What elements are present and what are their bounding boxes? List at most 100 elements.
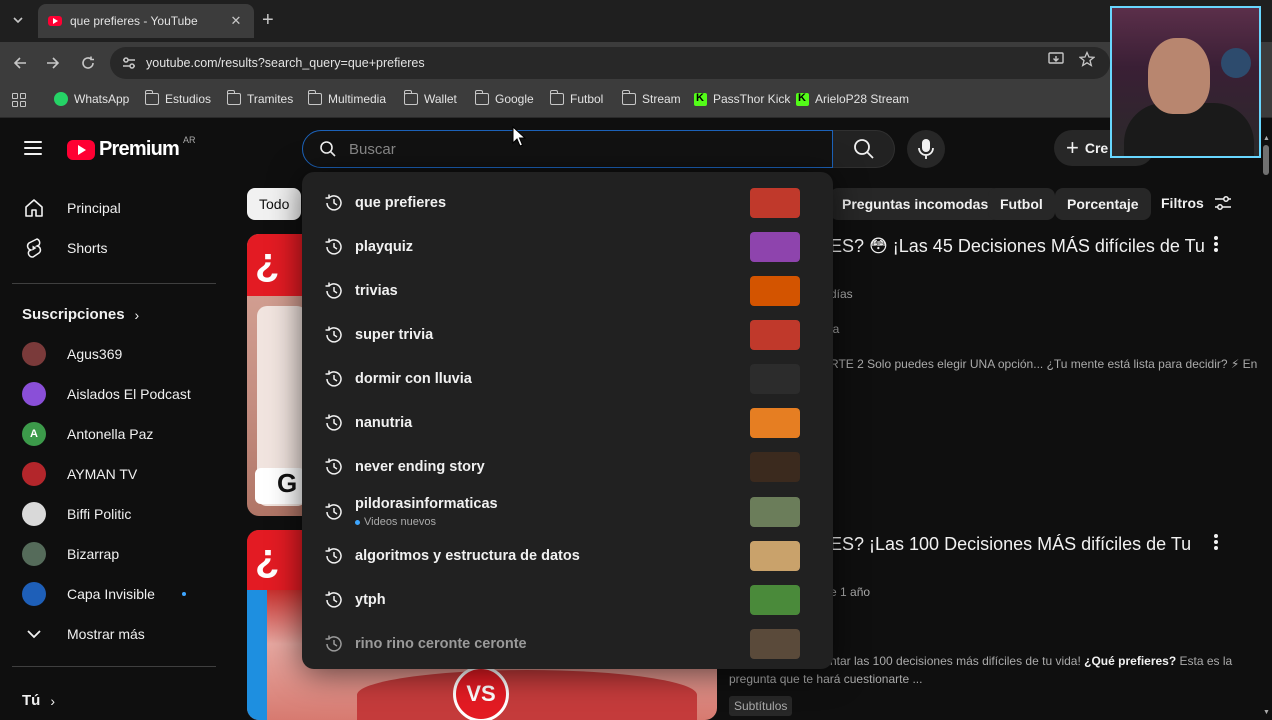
sidebar-item-antonella-paz[interactable]: A Antonella Paz [12, 414, 212, 454]
suggestion-item[interactable]: never ending story [302, 445, 833, 489]
sidebar-item-label: Principal [67, 200, 121, 216]
suggestion-text: pildorasinformaticas [355, 496, 498, 512]
filters-button[interactable]: Filtros [1161, 195, 1232, 211]
suggestion-item[interactable]: algoritmos y estructura de datos [302, 534, 833, 578]
suggestion-thumbnail [750, 232, 800, 262]
bookmark-estudios[interactable]: Estudios [144, 90, 211, 106]
reload-button[interactable] [76, 51, 100, 75]
menu-icon[interactable] [24, 141, 42, 155]
sidebar-item-shorts[interactable]: Shorts [12, 228, 212, 268]
suggestion-item[interactable]: playquiz [302, 225, 833, 269]
chevron-right-icon: › [134, 306, 140, 323]
bookmark-wallet[interactable]: Wallet [403, 90, 457, 106]
back-arrow-icon [13, 57, 26, 69]
bookmark-futbol[interactable]: Futbol [549, 90, 603, 106]
suggestion-item[interactable]: super trivia [302, 313, 833, 357]
history-icon [325, 591, 342, 608]
chip-todo[interactable]: Todo [247, 188, 302, 220]
chevron-down-icon [13, 17, 23, 24]
browser-tabstrip: que prefieres - YouTube ✕ + [0, 0, 1272, 42]
tab-search-button[interactable] [6, 8, 30, 32]
mouse-cursor-icon [512, 126, 526, 147]
sidebar-item-ayman-tv[interactable]: AYMAN TV [12, 454, 212, 494]
chip-preguntas-incomodas[interactable]: Preguntas incomodas [830, 188, 1001, 220]
suggestion-item[interactable]: trivias [302, 269, 833, 313]
bookmark-passthor-kick[interactable]: PassThor Kick [694, 92, 790, 106]
bookmark-label: PassThor Kick [713, 92, 791, 106]
subscriptions-heading[interactable]: Suscripciones › [22, 306, 139, 323]
sidebar-item-label: AYMAN TV [67, 466, 138, 482]
suggestion-item[interactable]: pildorasinformaticas Videos nuevos [302, 490, 833, 534]
sidebar-item-bizarrap[interactable]: Bizarrap [12, 534, 212, 574]
sidebar-item-aislados-el-podcast[interactable]: Aislados El Podcast [12, 374, 212, 414]
suggestion-item[interactable]: nanutria [302, 401, 833, 445]
install-app-icon[interactable] [1048, 51, 1064, 71]
video-title[interactable]: ES? ¡Las 100 Decisiones MÁS difíciles de… [830, 534, 1191, 555]
history-icon [325, 326, 342, 343]
history-icon [325, 414, 342, 431]
folder-icon [474, 90, 489, 105]
back-button[interactable] [8, 51, 32, 75]
folder-icon [621, 90, 636, 105]
forward-button[interactable] [41, 51, 65, 75]
suggestion-text: super trivia [355, 327, 434, 343]
new-tab-button[interactable]: + [262, 10, 274, 30]
history-icon [325, 635, 342, 652]
search-suggestions-dropdown: que prefieres playquiz trivias super tri… [302, 172, 833, 669]
suggestion-item[interactable]: ytph [302, 578, 833, 622]
suggestion-item[interactable]: que prefieres [302, 181, 833, 225]
bookmark-multimedia[interactable]: Multimedia [307, 90, 386, 106]
you-heading[interactable]: Tú › [22, 692, 55, 709]
search-button[interactable] [833, 130, 895, 168]
search-input[interactable] [349, 140, 789, 158]
chip-porcentaje[interactable]: Porcentaje [1055, 188, 1151, 220]
suggestion-item[interactable]: rino rino ceronte ceronte [302, 622, 833, 666]
video-title[interactable]: ES? 😳 ¡Las 45 Decisiones MÁS difíciles d… [830, 236, 1205, 257]
browser-tab-active[interactable]: que prefieres - YouTube ✕ [38, 4, 254, 38]
suggestion-item[interactable]: dormir con lluvia [302, 357, 833, 401]
chip-futbol[interactable]: Futbol [988, 188, 1055, 220]
search-box[interactable] [302, 130, 833, 168]
sidebar-divider [12, 666, 216, 667]
scroll-down-icon[interactable]: ▼ [1263, 709, 1270, 716]
tab-close-icon[interactable]: ✕ [228, 13, 244, 29]
history-icon [325, 503, 342, 520]
sidebar-item-agus369[interactable]: Agus369 [12, 334, 212, 374]
shorts-icon [22, 236, 46, 260]
sidebar-item-label: Agus369 [67, 346, 123, 362]
more-actions-icon[interactable] [1214, 236, 1218, 252]
scrollbar-thumb[interactable] [1263, 145, 1269, 175]
address-bar[interactable]: youtube.com/results?search_query=que+pre… [110, 47, 1110, 79]
bookmark-tramites[interactable]: Tramites [226, 90, 293, 106]
bookmark-star-icon[interactable] [1078, 50, 1096, 71]
bookmark-google[interactable]: Google [474, 90, 534, 106]
suggestion-text: ytph [355, 592, 386, 608]
new-content-dot [355, 519, 360, 525]
sidebar-item-principal[interactable]: Principal [12, 188, 212, 228]
youtube-header: Premium AR + Cre [0, 118, 1272, 180]
sidebar-item-label: Biffi Politic [67, 506, 132, 522]
suggestion-thumbnail [750, 585, 800, 615]
bookmark-stream[interactable]: Stream [621, 90, 681, 106]
suggestion-text: algoritmos y estructura de datos [355, 548, 580, 564]
history-icon [325, 547, 342, 564]
video-meta: e 1 año [830, 585, 871, 599]
voice-search-button[interactable] [907, 130, 945, 168]
sidebar-item-capa-invisible[interactable]: Capa Invisible [12, 574, 212, 614]
plus-icon: + [1066, 135, 1079, 160]
scroll-up-icon[interactable]: ▲ [1263, 135, 1270, 142]
show-more-button[interactable]: Mostrar más [12, 614, 212, 654]
site-settings-icon[interactable] [122, 56, 136, 70]
history-icon [325, 370, 342, 387]
more-actions-icon[interactable] [1214, 534, 1218, 550]
bookmark-whatsapp[interactable]: WhatsApp [54, 92, 129, 106]
avatar [22, 382, 46, 406]
history-icon [325, 282, 342, 299]
page-scrollbar[interactable]: ▲ ▼ [1262, 135, 1270, 720]
bookmark-arielop28-stream[interactable]: ArieloP28 Stream [796, 92, 909, 106]
youtube-premium-logo[interactable]: Premium AR [67, 135, 196, 161]
suggestion-thumbnail [750, 497, 800, 527]
apps-grid-icon[interactable] [12, 93, 26, 107]
suggestion-thumbnail [750, 452, 800, 482]
sidebar-item-biffi-politic[interactable]: Biffi Politic [12, 494, 212, 534]
